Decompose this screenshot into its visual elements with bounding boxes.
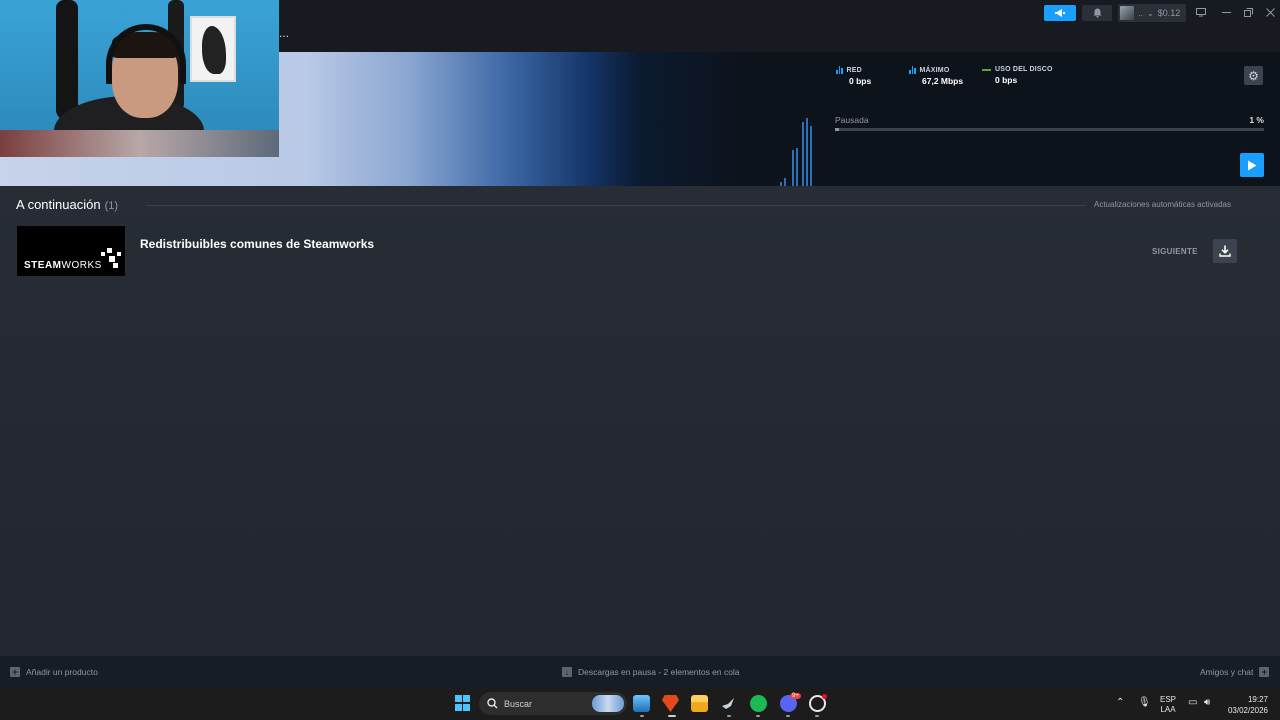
add-product-button[interactable]: + Añadir un producto — [10, 667, 98, 677]
search-highlight-image — [592, 695, 624, 712]
network-icon[interactable]: ▭ — [1188, 697, 1197, 708]
minimize-icon — [1221, 11, 1231, 13]
bandwidth-graph — [778, 118, 814, 186]
network-value: 0 bps — [849, 76, 872, 86]
chat-icon: + — [1259, 667, 1270, 677]
close-icon — [1265, 7, 1275, 17]
download-status-link[interactable]: ↓ Descargas en pausa - 2 elementos en co… — [562, 667, 740, 677]
bell-icon — [1093, 8, 1101, 18]
megaphone-icon — [1055, 9, 1065, 17]
steam-footer: + Añadir un producto ↓ Descargas en paus… — [0, 655, 1280, 688]
volume-icon[interactable]: 🔊︎ — [1204, 697, 1210, 708]
account-menu[interactable]: .. ⌄ $0.12 — [1118, 4, 1186, 22]
taskbar-search-input[interactable]: Buscar — [479, 692, 627, 715]
avatar — [1120, 6, 1134, 20]
windows-start-icon[interactable] — [455, 695, 472, 712]
webcam-overlay — [0, 0, 279, 157]
gear-icon: ⚙ — [1248, 68, 1259, 83]
queue-count: (1) — [104, 200, 119, 212]
download-tray-icon: ↓ — [562, 667, 572, 677]
announcements-button[interactable] — [1044, 5, 1076, 21]
peak-label: MÁXIMO — [919, 66, 950, 74]
add-product-label: Añadir un producto — [26, 667, 98, 677]
chevron-down-icon: ⌄ — [1147, 8, 1154, 18]
monitor-icon — [1196, 7, 1206, 16]
download-progress-bar — [835, 128, 1264, 131]
queue-heading: A continuación (1) — [16, 197, 118, 212]
friends-chat-button[interactable]: Amigos y chat + — [1200, 667, 1270, 677]
item-status: SIGUIENTE — [1152, 247, 1198, 256]
download-progress-fill — [835, 128, 840, 131]
brave-browser-icon[interactable] — [662, 695, 679, 712]
chevron-up-icon[interactable]: ⌃ — [1116, 697, 1124, 708]
network-stat: RED 0 bps — [836, 66, 871, 86]
close-button[interactable] — [1262, 5, 1278, 19]
notifications-button[interactable] — [1082, 5, 1112, 21]
menu-ellipsis[interactable]: ... — [279, 26, 289, 40]
disk-value: 0 bps — [995, 75, 1018, 85]
play-icon — [1248, 160, 1257, 170]
download-percent: 1 % — [1249, 115, 1264, 125]
resume-button[interactable] — [1240, 153, 1264, 177]
discord-badge: 9+ — [790, 693, 801, 699]
divider — [146, 205, 1086, 206]
photos-app-icon[interactable] — [633, 695, 650, 712]
download-now-button[interactable] — [1213, 239, 1237, 263]
download-queue: A continuación (1) Actualizaciones automá… — [0, 186, 1280, 655]
download-status-text: Descargas en pausa - 2 elementos en cola — [578, 667, 740, 677]
network-label: RED — [846, 66, 862, 74]
windows-taskbar: Buscar 9+ ⌃ 🎙︎ ESP LAA ▭ 🔊︎ 19:27 03/02/… — [0, 688, 1280, 720]
search-icon — [487, 698, 498, 709]
item-title[interactable]: Redistribuibles comunes de Steamworks — [140, 237, 374, 251]
peak-value: 67,2 Mbps — [922, 76, 964, 86]
file-explorer-icon[interactable] — [691, 695, 708, 712]
restore-button[interactable] — [1240, 5, 1256, 19]
minimize-button[interactable] — [1218, 5, 1234, 19]
queue-item[interactable]: STEAMWORKS Redistribuibles comunes de St… — [16, 226, 1238, 278]
disk-label: USO DEL DISCO — [995, 66, 1053, 73]
spotify-icon[interactable] — [750, 695, 767, 712]
peak-stat: MÁXIMO 67,2 Mbps — [909, 66, 963, 86]
peak-bars-icon — [909, 66, 916, 74]
disk-line-icon — [982, 68, 991, 71]
input-language[interactable]: ESP LAA — [1160, 695, 1176, 715]
auto-updates-label: Actualizaciones automáticas activadas — [1094, 200, 1231, 209]
queue-title: A continuación — [16, 197, 101, 212]
settings-button[interactable]: ⚙ — [1244, 66, 1263, 85]
wallet-balance: $0.12 — [1157, 8, 1181, 18]
steam-app-icon[interactable] — [720, 695, 737, 712]
steamworks-logo: STEAMWORKS — [24, 260, 102, 271]
download-icon — [1219, 245, 1231, 257]
system-clock[interactable]: 19:27 03/02/2026 — [1224, 694, 1268, 716]
big-picture-button[interactable] — [1193, 5, 1209, 19]
friends-chat-label: Amigos y chat — [1200, 667, 1254, 677]
search-placeholder: Buscar — [504, 698, 533, 709]
microphone-icon[interactable]: 🎙︎ — [1138, 697, 1151, 708]
network-bars-icon — [836, 66, 843, 74]
download-status-label: Pausada — [835, 115, 869, 125]
game-capsule-image[interactable]: STEAMWORKS — [17, 226, 125, 276]
recording-indicator — [822, 694, 827, 699]
plus-icon: + — [10, 667, 20, 677]
disk-stat: USO DEL DISCO 0 bps — [982, 66, 1053, 85]
account-name: .. — [1138, 8, 1144, 18]
restore-icon — [1243, 7, 1253, 17]
